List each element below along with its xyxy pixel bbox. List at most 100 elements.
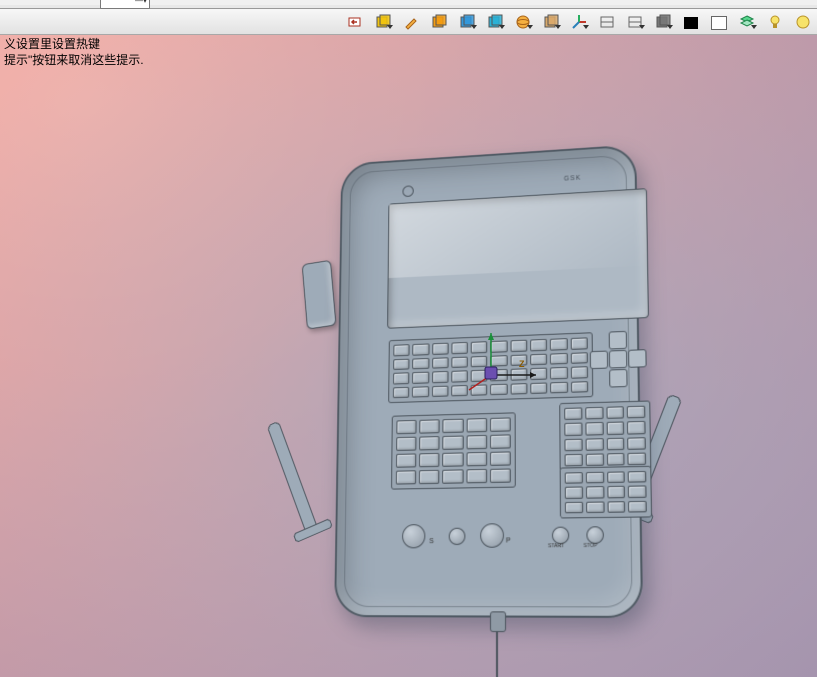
swatch-black-icon	[684, 17, 698, 29]
model-logo	[402, 185, 413, 197]
model-key	[510, 383, 527, 395]
model-key	[451, 370, 468, 382]
view-toolbar	[0, 9, 817, 35]
model-key	[607, 453, 625, 466]
model-key	[510, 368, 527, 380]
model-key	[393, 372, 410, 384]
model-key	[490, 451, 511, 465]
model-key	[565, 501, 583, 513]
layers-icon	[739, 14, 755, 30]
cad-model[interactable]: GSK S P START STOP	[305, 141, 697, 661]
model-key	[565, 472, 583, 484]
model-screen	[387, 188, 649, 329]
model-key	[571, 352, 588, 364]
model-key	[491, 369, 508, 381]
dimension-icon	[627, 14, 643, 30]
axis-icon[interactable]	[567, 11, 591, 33]
model-key	[432, 357, 449, 369]
model-keypad-qwerty	[388, 332, 593, 403]
layer-color-icon[interactable]	[371, 11, 395, 33]
model-key	[564, 438, 582, 451]
circle-yellow-icon[interactable]	[791, 11, 815, 33]
small-dropdown[interactable]: —▾	[100, 0, 150, 9]
model-key	[471, 370, 488, 382]
model-key	[396, 420, 416, 434]
box-cyan-icon[interactable]	[483, 11, 507, 33]
dropdown-value: —	[135, 0, 143, 5]
model-key	[627, 437, 645, 450]
model-key	[393, 358, 409, 370]
model-key	[627, 406, 645, 419]
model-key	[586, 486, 604, 498]
swatch-white-icon[interactable]	[707, 11, 731, 33]
model-side-latch	[302, 260, 337, 330]
model-key	[443, 436, 464, 450]
menu-bar-fragment: —▾	[0, 5, 817, 9]
model-knob-s	[402, 524, 425, 548]
model-key	[393, 344, 409, 356]
model-key	[466, 469, 487, 483]
box-blue-icon	[459, 14, 475, 30]
box-blue-icon[interactable]	[455, 11, 479, 33]
3d-viewport[interactable]: 义设置里设置热键 提示"按钮来取消这些提示. GSK S P START	[0, 35, 817, 677]
model-key	[530, 382, 547, 394]
model-key	[451, 342, 468, 354]
return-icon[interactable]	[343, 11, 367, 33]
model-knob-start-label: START	[548, 543, 564, 549]
model-key	[471, 341, 488, 353]
model-key	[565, 487, 583, 499]
model-key	[432, 385, 449, 397]
model-key	[419, 470, 440, 484]
model-key	[471, 384, 488, 396]
axis-icon	[571, 14, 587, 30]
model-key	[606, 406, 624, 419]
model-key	[510, 354, 527, 366]
model-key	[443, 469, 464, 483]
hint-line-1: 义设置里设置热键	[4, 37, 144, 51]
model-key	[585, 407, 603, 420]
model-key	[585, 438, 603, 451]
model-key	[396, 470, 416, 484]
hint-line-2: 提示"按钮来取消这些提示.	[4, 53, 144, 67]
model-key	[412, 358, 429, 370]
model-key	[432, 343, 449, 355]
model-dpad	[588, 328, 647, 388]
model-key	[571, 366, 588, 378]
model-key	[393, 386, 410, 398]
model-key	[443, 419, 464, 433]
box-cyan-icon	[487, 14, 503, 30]
screen-icon	[599, 14, 615, 30]
model-keypad-aux	[560, 466, 652, 519]
model-key	[550, 353, 567, 365]
model-knob-2	[449, 528, 466, 545]
model-key	[490, 417, 511, 431]
model-knob-stop-label: STOP	[583, 543, 597, 549]
model-key	[585, 453, 603, 466]
model-key	[530, 368, 547, 380]
box-yellow-icon[interactable]	[427, 11, 451, 33]
screen-icon[interactable]	[595, 11, 619, 33]
dimension-icon[interactable]	[623, 11, 647, 33]
model-key	[443, 452, 464, 466]
shade-icon[interactable]	[651, 11, 675, 33]
model-key	[471, 355, 488, 367]
model-key	[530, 339, 547, 351]
layers-icon[interactable]	[735, 11, 759, 33]
plane-icon[interactable]	[539, 11, 563, 33]
model-case: GSK S P START STOP	[334, 144, 643, 618]
model-key	[571, 381, 588, 393]
swatch-black-icon[interactable]	[679, 11, 703, 33]
model-key	[564, 407, 582, 420]
model-key	[466, 452, 487, 466]
model-knob-p-label: P	[506, 537, 511, 544]
sphere-icon[interactable]	[511, 11, 535, 33]
model-key	[412, 372, 429, 384]
bulb-icon[interactable]	[763, 11, 787, 33]
model-key	[419, 436, 440, 450]
layer-color-icon	[375, 14, 391, 30]
model-keypad-num	[559, 400, 651, 471]
return-icon	[347, 14, 363, 30]
model-key	[565, 454, 583, 467]
model-key	[627, 421, 645, 434]
highlight-icon[interactable]	[399, 11, 423, 33]
